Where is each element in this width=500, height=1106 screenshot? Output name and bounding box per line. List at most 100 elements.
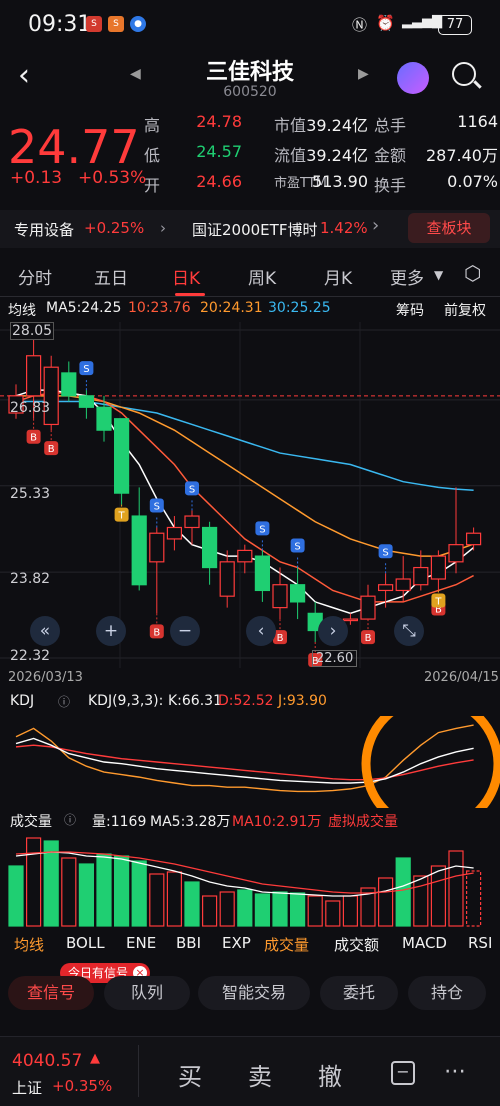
fullscreen-icon[interactable]: ⤡	[394, 616, 424, 646]
ind-tab-rsi[interactable]: RSI	[468, 934, 492, 952]
candle-body	[466, 532, 482, 546]
low-price-label: 22.60	[312, 650, 358, 667]
ind-tab-bbi[interactable]: BBI	[176, 934, 201, 952]
quote-label: 低	[144, 146, 161, 165]
ma30-value: 30:25.25	[268, 300, 331, 316]
ind-tab-boll[interactable]: BOLL	[66, 934, 105, 952]
index-value[interactable]: 4040.57	[12, 1051, 82, 1071]
sector-name[interactable]: 专用设备	[14, 219, 74, 240]
ind-tab-amount[interactable]: 成交额	[334, 934, 379, 955]
quote-label: 金额	[374, 146, 407, 165]
chevron-right-icon[interactable]: ›	[160, 219, 166, 237]
candlestick-chart[interactable]: BBSTBSSSBSBBSBT 28.05 26.83 25.33 23.82 …	[0, 322, 500, 668]
signal-text: B	[48, 444, 55, 455]
candle-body	[360, 595, 376, 620]
ma5-value: MA5:24.25	[46, 300, 122, 316]
tab-monthly-k[interactable]: 月K	[324, 264, 352, 289]
volume-ma5: MA5:3.28万	[150, 814, 231, 830]
kdj-legend: KDJ ⓘ KDJ(9,3,3): K:66.31 D:52.52 J:93.9…	[0, 690, 500, 714]
kdj-chart	[15, 716, 500, 808]
ma20-line	[16, 395, 474, 557]
scroll-right-icon[interactable]: ›	[318, 616, 348, 646]
volume-bar	[272, 891, 288, 927]
volume-bar	[395, 857, 411, 927]
scroll-left-fast-icon[interactable]: «	[30, 616, 60, 646]
zoom-in-icon[interactable]: +	[96, 616, 126, 646]
ma-label[interactable]: 均线	[8, 300, 36, 320]
volume-bar	[166, 871, 182, 927]
view-sector-button[interactable]: 查板块	[408, 213, 490, 243]
indicator-tabs: 均线 BOLL ENE BBI EXP 成交量 成交额 MACD RSI	[0, 930, 500, 956]
status-bar: 09:31 S S ● Ⓝ ⏰ ▂▃▅▇ 77	[0, 0, 500, 50]
signal-text: B	[30, 433, 37, 444]
queue-button[interactable]: 队列	[104, 976, 190, 1010]
active-tab-indicator	[175, 293, 205, 296]
tab-more[interactable]: 更多	[390, 264, 424, 289]
annotation-circle	[361, 716, 500, 808]
next-stock-icon[interactable]: ▶	[358, 66, 369, 82]
ind-tab-exp[interactable]: EXP	[222, 934, 251, 952]
divider	[138, 1045, 139, 1097]
y-tick: 26.83	[10, 400, 51, 416]
app-notification-icon: S	[86, 16, 102, 32]
info-icon[interactable]: ⓘ	[64, 811, 76, 828]
tab-intraday[interactable]: 分时	[18, 264, 52, 289]
ind-tab-ma[interactable]: 均线	[14, 934, 44, 955]
smart-trade-button[interactable]: 智能交易	[198, 976, 310, 1010]
chevron-right-icon[interactable]: ›	[372, 215, 379, 236]
ma-legend: 均线 MA5:24.25 10:23.76 20:24.31 30:25.25 …	[0, 298, 500, 320]
tab-five-day[interactable]: 五日	[94, 264, 128, 289]
assistant-icon[interactable]	[397, 62, 429, 94]
tab-weekly-k[interactable]: 周K	[248, 264, 276, 289]
zoom-out-icon[interactable]: −	[170, 616, 200, 646]
candle-body	[430, 555, 446, 580]
volume-label[interactable]: 成交量	[10, 811, 52, 831]
ind-tab-macd[interactable]: MACD	[402, 934, 447, 952]
signal-text: S	[83, 364, 89, 375]
candle-body	[378, 584, 394, 592]
signal-text: S	[154, 501, 160, 512]
order-button[interactable]: 委托	[320, 976, 398, 1010]
more-icon[interactable]: ⋯	[444, 1059, 466, 1084]
quote-value: 513.90	[312, 172, 368, 191]
signal-text: T	[434, 596, 442, 607]
volume-bar	[113, 855, 130, 927]
holdings-button[interactable]: 持仓	[408, 976, 486, 1010]
signal-marker-S: S	[255, 521, 270, 551]
volume-qty: 量:1169	[92, 814, 147, 830]
volume-bar	[325, 900, 341, 927]
quote-value: 1164	[457, 112, 498, 131]
signal-text: B	[277, 633, 284, 644]
search-icon[interactable]	[452, 62, 476, 86]
volume-bar	[26, 837, 42, 927]
scroll-left-icon[interactable]: ‹	[246, 616, 276, 646]
ind-tab-volume[interactable]: 成交量	[264, 934, 309, 955]
up-arrow-icon: ▲	[90, 1051, 100, 1066]
volume-bar	[202, 895, 218, 927]
volume-bar	[307, 895, 323, 927]
etf-name[interactable]: 国证2000ETF博时	[192, 219, 317, 240]
price-change: +0.13	[10, 168, 63, 188]
quote-label: 换手	[374, 176, 407, 195]
volume-bar	[466, 870, 482, 927]
info-icon[interactable]: ⓘ	[58, 693, 70, 710]
collapse-icon[interactable]: −	[391, 1061, 415, 1085]
sell-button[interactable]: 卖	[248, 1057, 272, 1092]
kdj-d: D:52.52	[218, 693, 274, 709]
kdj-d-line	[15, 744, 474, 781]
dropdown-icon[interactable]: ▼	[434, 268, 443, 282]
tab-daily-k[interactable]: 日K	[172, 264, 200, 289]
chips-button[interactable]: 筹码	[396, 300, 424, 320]
buy-button[interactable]: 买	[178, 1057, 202, 1092]
ind-tab-ene[interactable]: ENE	[126, 934, 156, 952]
signal-marker-B: B	[26, 418, 41, 444]
cancel-order-button[interactable]: 撤	[318, 1057, 342, 1092]
quote-value: 39.24亿	[306, 146, 368, 165]
candle-body	[78, 395, 95, 408]
adjust-button[interactable]: 前复权	[444, 300, 486, 320]
settings-icon[interactable]: ⬡	[464, 261, 481, 285]
kdj-label[interactable]: KDJ	[10, 693, 34, 709]
check-signal-button[interactable]: 查信号	[8, 976, 94, 1010]
volume-bar	[8, 865, 24, 927]
y-tick-low: 22.32	[10, 648, 51, 664]
